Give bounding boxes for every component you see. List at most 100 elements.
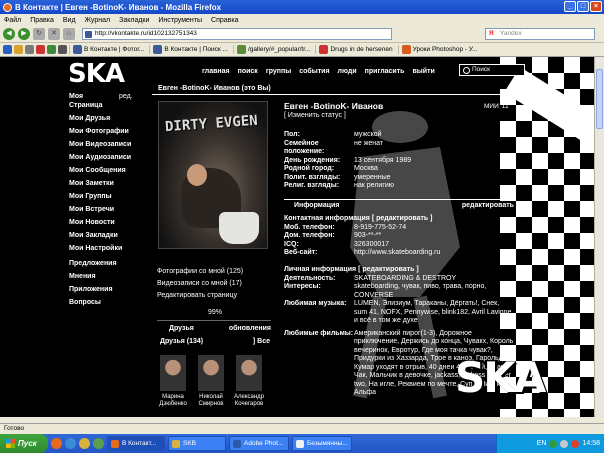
nav-invite[interactable]: пригласить — [365, 68, 405, 75]
avatar — [160, 355, 186, 391]
contact-row: ICQ: 326300017 — [284, 240, 390, 248]
menu-file[interactable]: Файл — [4, 17, 21, 24]
speaker-icon[interactable] — [560, 439, 569, 448]
nav-search[interactable]: поиск — [238, 68, 258, 75]
profile-header: Евген -BotinoK- Иванов (это Вы) — [152, 83, 512, 95]
minimize-button[interactable]: _ — [564, 1, 576, 12]
reload-icon[interactable]: ↻ — [33, 28, 45, 40]
bookmark-item[interactable]: В Контакте | Поиск ... — [149, 45, 231, 54]
window-title: В Контакте | Евген -BotinoK- Иванов - Mo… — [15, 2, 222, 12]
maximize-button[interactable]: □ — [577, 1, 589, 12]
menu-help[interactable]: Справка — [211, 17, 238, 24]
bookmark-icon[interactable] — [47, 45, 56, 54]
sidebar-item-audio[interactable]: Мои Аудиозаписи — [69, 153, 149, 162]
menu-bookmarks[interactable]: Закладки — [119, 17, 149, 24]
url-bar[interactable]: http://vkontakte.ru/id102132751343 — [82, 28, 392, 40]
personal-edit-link[interactable]: [ редактировать ] — [358, 266, 419, 273]
sidebar-item-bookmarks[interactable]: Мои Закладки — [69, 231, 149, 240]
clock[interactable]: 14:58 — [582, 440, 600, 447]
sidebar-item-events[interactable]: Мои Встречи — [69, 205, 149, 214]
system-tray: EN 14:58 — [496, 434, 604, 453]
start-button[interactable]: Пуск — [0, 434, 48, 453]
url-text: http://vkontakte.ru/id102132751343 — [95, 30, 197, 37]
sidebar-item-notes[interactable]: Мои Заметки — [69, 179, 149, 188]
edit-link[interactable]: ред. — [119, 92, 133, 101]
search-input[interactable]: Yandex — [485, 28, 595, 40]
tray-icon[interactable] — [571, 439, 580, 448]
nav-events[interactable]: события — [299, 68, 329, 75]
menu-tools[interactable]: Инструменты — [158, 17, 202, 24]
videos-with-me-link[interactable]: Видеозаписи со мной (17) — [157, 279, 242, 288]
sidebar-item-groups[interactable]: Мои Группы — [69, 192, 149, 201]
sidebar-item-questions[interactable]: Вопросы — [69, 298, 149, 307]
contact-edit-link[interactable]: [ редактировать ] — [372, 215, 433, 222]
firefox-quicklaunch-icon[interactable] — [51, 438, 62, 449]
site-logo[interactable]: SKA — [68, 59, 125, 89]
forward-arrow-icon[interactable]: ▶ — [18, 28, 30, 40]
sidebar-item-settings[interactable]: Мои Настройки — [69, 244, 149, 253]
sidebar-item-opinions[interactable]: Мнения — [69, 272, 149, 281]
menu-edit[interactable]: Правка — [30, 17, 54, 24]
nav-home[interactable]: главная — [202, 68, 230, 75]
task-photoshop[interactable]: Adobe Phot... — [229, 436, 289, 451]
photos-with-me-link[interactable]: Фотографии со мной (125) — [157, 267, 243, 276]
menu-view[interactable]: Вид — [63, 17, 76, 24]
info-title: Информация — [294, 201, 340, 209]
sidebar-item-apps[interactable]: Приложения — [69, 285, 149, 294]
info-row: День рождения: 13 сентября 1989 — [284, 156, 412, 164]
friend-card[interactable]: Марина Дзюбенко — [156, 355, 190, 408]
friends-label: Друзья — [169, 325, 194, 332]
app-quicklaunch-icon[interactable] — [93, 438, 104, 449]
bookmark-icon[interactable] — [14, 45, 23, 54]
info-edit-link[interactable]: редактировать — [462, 202, 514, 209]
sidebar-item-videos[interactable]: Мои Видеозаписи — [69, 140, 149, 149]
language-indicator[interactable]: EN — [537, 440, 547, 447]
sidebar-item-news[interactable]: Мои Новости — [69, 218, 149, 227]
nav-groups[interactable]: группы — [266, 68, 291, 75]
profile-complete-percent: 99% — [208, 309, 223, 316]
nav-people[interactable]: люди — [338, 68, 357, 75]
sidebar-item-friends[interactable]: Мои Друзья — [69, 114, 149, 123]
status-bar: Готово — [0, 423, 604, 434]
sidebar-item-offers[interactable]: Предложения — [69, 259, 149, 268]
task-skb[interactable]: SKB — [168, 436, 226, 451]
friends-count-row: Друзья (134) ] Все — [160, 338, 270, 345]
bookmark-item[interactable]: Уроки Photoshop - У... — [397, 45, 481, 54]
bookmark-item[interactable]: Drugs in de hersenen — [315, 45, 395, 54]
ie-quicklaunch-icon[interactable] — [65, 438, 76, 449]
sidebar-item-messages[interactable]: Мои Сообщения — [69, 166, 149, 175]
tray-icon[interactable] — [549, 439, 558, 448]
friends-updates-link[interactable]: обновления — [229, 325, 271, 332]
bookmark-item[interactable]: В Контакте | Фотог... — [69, 45, 147, 54]
profile-photo[interactable]: DIRTY EVGEN — [158, 101, 268, 249]
bookmark-item[interactable]: /gallery/#_popular/tr... — [232, 45, 314, 54]
task-firefox[interactable]: В Контакт... — [107, 436, 165, 451]
nav-logout[interactable]: выйти — [412, 68, 434, 75]
stop-icon[interactable]: ✕ — [48, 28, 60, 40]
change-status-link[interactable]: [ Изменить статус ] — [284, 112, 514, 119]
bookmark-icon[interactable] — [3, 45, 12, 54]
scrollbar-thumb[interactable] — [596, 69, 603, 129]
folder-quicklaunch-icon[interactable] — [79, 438, 90, 449]
school-badge[interactable]: МИИ '11 — [484, 103, 509, 110]
back-arrow-icon[interactable]: ◀ — [3, 28, 15, 40]
bookmark-icon[interactable] — [36, 45, 45, 54]
bookmark-icon[interactable] — [25, 45, 34, 54]
bookmark-icon[interactable] — [58, 45, 67, 54]
site-search-input[interactable]: Поиск — [459, 64, 525, 76]
vk-icon — [73, 45, 82, 54]
friends-all-link[interactable]: ] Все — [253, 338, 270, 345]
vertical-scrollbar[interactable] — [594, 57, 604, 417]
avatar — [198, 355, 224, 391]
friend-card[interactable]: Александр Кочегаров — [232, 355, 266, 408]
close-button[interactable]: × — [590, 1, 602, 12]
contact-row: Моб. телефон: 8-919-775-52-74 — [284, 223, 407, 231]
sidebar-item-photos[interactable]: Мои Фотографии — [69, 127, 149, 136]
home-icon[interactable]: ⌂ — [63, 28, 75, 40]
task-untitled[interactable]: Безымянны... — [292, 436, 352, 451]
edit-page-link[interactable]: Редактировать страницу — [157, 291, 237, 300]
sidebar-item-my-page[interactable]: Моя Страница — [69, 92, 113, 110]
menu-history[interactable]: Журнал — [85, 17, 111, 24]
friend-card[interactable]: Николай Смирнов — [194, 355, 228, 408]
friends-count[interactable]: Друзья (134) — [160, 338, 203, 345]
